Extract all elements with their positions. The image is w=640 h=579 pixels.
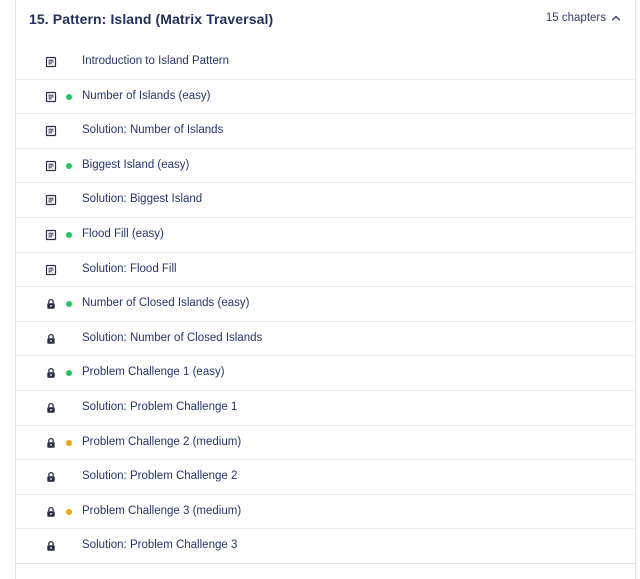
document-icon <box>45 56 57 68</box>
difficulty-easy-dot <box>66 370 72 377</box>
difficulty-easy-dot <box>66 93 72 100</box>
chapter-label[interactable]: Number of Islands (easy) <box>82 90 210 102</box>
chapter-item[interactable]: Solution: Problem Challenge 1 <box>16 391 635 426</box>
difficulty-medium-dot <box>66 439 72 446</box>
chapter-item[interactable]: Solution: Number of Closed Islands <box>16 322 635 357</box>
difficulty-easy-dot <box>66 231 72 238</box>
section-panel: 15. Pattern: Island (Matrix Traversal) 1… <box>15 0 636 579</box>
document-icon <box>45 160 57 171</box>
chapter-item[interactable]: Introduction to Island Pattern <box>16 45 635 80</box>
document-icon <box>45 264 57 275</box>
lock-icon <box>47 402 55 413</box>
chapter-label[interactable]: Solution: Problem Challenge 1 <box>82 401 237 413</box>
chapter-item[interactable]: Problem Challenge 2 (medium) <box>16 426 635 461</box>
document-icon <box>45 195 57 206</box>
chapter-label[interactable]: Problem Challenge 3 (medium) <box>82 505 241 517</box>
chapter-item[interactable]: Biggest Island (easy) <box>16 149 635 184</box>
chapter-item[interactable]: Solution: Flood Fill <box>16 253 635 288</box>
section-header[interactable]: 15. Pattern: Island (Matrix Traversal) 1… <box>16 0 635 40</box>
chapter-item[interactable]: Solution: Problem Challenge 2 <box>16 460 635 495</box>
chapter-count-toggle[interactable]: 15 chapters <box>546 12 621 24</box>
chapter-item[interactable]: Solution: Number of Islands <box>16 114 635 149</box>
chapter-item[interactable]: Problem Challenge 1 (easy) <box>16 356 635 391</box>
lock-icon <box>47 472 55 482</box>
difficulty-easy-dot <box>66 301 72 308</box>
chapter-item[interactable]: Flood Fill (easy) <box>16 218 635 253</box>
chapter-item[interactable]: Solution: Problem Challenge 3 <box>16 529 635 564</box>
section-title: 15. Pattern: Island (Matrix Traversal) <box>29 11 274 27</box>
lock-icon <box>47 299 55 309</box>
chapter-label[interactable]: Number of Closed Islands (easy) <box>82 297 249 309</box>
chapter-label[interactable]: Introduction to Island Pattern <box>82 55 229 67</box>
difficulty-easy-dot <box>66 162 72 169</box>
lock-icon <box>47 437 55 448</box>
document-icon <box>45 91 57 102</box>
chapter-count: 15 chapters <box>545 12 606 24</box>
chapter-item[interactable]: Problem Challenge 3 (medium) <box>16 495 635 530</box>
chevron-up-icon[interactable] <box>611 13 621 23</box>
lock-icon <box>47 541 55 552</box>
document-icon <box>45 126 57 137</box>
chapter-label[interactable]: Solution: Problem Challenge 2 <box>82 470 237 482</box>
chapter-label[interactable]: Solution: Number of Islands <box>82 124 223 136</box>
chapter-item[interactable]: Number of Closed Islands (easy) <box>16 287 635 322</box>
chapter-label[interactable]: Solution: Number of Closed Islands <box>82 332 262 344</box>
chapter-label[interactable]: Solution: Biggest Island <box>82 193 202 205</box>
chapter-item[interactable]: Number of Islands (easy) <box>16 80 635 115</box>
chapter-label[interactable]: Solution: Flood Fill <box>82 263 177 275</box>
chapter-label[interactable]: Biggest Island (easy) <box>82 159 189 171</box>
lock-icon <box>47 333 55 344</box>
chapter-list: Introduction to Island Pattern Number of … <box>16 45 635 564</box>
chapter-label[interactable]: Solution: Problem Challenge 3 <box>82 539 237 551</box>
lock-icon <box>47 368 55 379</box>
chapter-label[interactable]: Problem Challenge 2 (medium) <box>82 436 241 448</box>
chapter-label[interactable]: Flood Fill (easy) <box>82 228 164 240</box>
lock-icon <box>47 506 55 517</box>
difficulty-medium-dot <box>66 508 72 515</box>
chapter-item[interactable]: Solution: Biggest Island <box>16 183 635 218</box>
chapter-label[interactable]: Problem Challenge 1 (easy) <box>82 366 225 378</box>
document-icon <box>45 229 57 241</box>
